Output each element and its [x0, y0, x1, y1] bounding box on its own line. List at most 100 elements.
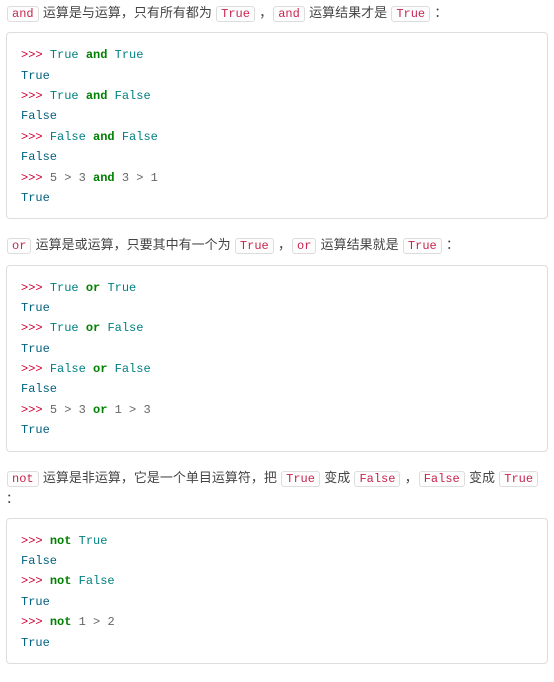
code-token: False	[115, 362, 151, 376]
code-token: True	[107, 281, 136, 295]
code-token: >>>	[21, 130, 50, 144]
code-token: and	[86, 48, 108, 62]
code-token: >	[129, 171, 151, 185]
intro-text: ：	[443, 237, 459, 252]
inline-code: not	[7, 471, 39, 487]
section-intro: or 运算是或运算，只要其中有一个为 True ，or 运算结果就是 True …	[6, 235, 548, 256]
code-line: >>> True and False	[21, 86, 533, 106]
code-token: False	[122, 130, 158, 144]
code-line: >>> not False	[21, 571, 533, 591]
section-intro: and 运算是与运算，只有所有都为 True ，and 运算结果才是 True …	[6, 3, 548, 24]
code-token: >	[57, 403, 79, 417]
code-line: False	[21, 147, 533, 167]
code-token: and	[93, 171, 115, 185]
code-token: False	[50, 362, 86, 376]
intro-text: 运算是或运算，只要其中有一个为	[32, 237, 234, 252]
code-token: not	[50, 574, 72, 588]
inline-code: True	[281, 471, 320, 487]
code-token: False	[79, 574, 115, 588]
code-token	[71, 574, 78, 588]
code-line: True	[21, 188, 533, 208]
code-token: True	[21, 636, 50, 650]
code-token: >>>	[21, 403, 50, 417]
code-token	[71, 534, 78, 548]
code-token	[71, 615, 78, 629]
code-token: >	[57, 171, 79, 185]
inline-code: and	[7, 6, 39, 22]
inline-code: False	[419, 471, 465, 487]
code-token: and	[86, 89, 108, 103]
code-line: >>> True or True	[21, 278, 533, 298]
code-token: True	[50, 321, 79, 335]
code-token	[86, 171, 93, 185]
code-token: True	[21, 301, 50, 315]
code-token	[107, 362, 114, 376]
code-token	[79, 48, 86, 62]
code-token: and	[93, 130, 115, 144]
code-token: >>>	[21, 281, 50, 295]
code-token: True	[21, 69, 50, 83]
code-token	[115, 130, 122, 144]
tutorial-document: and 运算是与运算，只有所有都为 True ，and 运算结果才是 True …	[6, 3, 548, 664]
intro-text: ：	[6, 491, 19, 506]
code-token: >	[86, 615, 108, 629]
code-line: True	[21, 66, 533, 86]
code-block: >>> True or TrueTrue>>> True or FalseTru…	[6, 265, 548, 452]
code-token	[79, 89, 86, 103]
code-block: >>> True and TrueTrue>>> True and FalseF…	[6, 32, 548, 219]
code-token: or	[86, 281, 100, 295]
code-line: False	[21, 379, 533, 399]
code-token: False	[21, 109, 57, 123]
code-token: not	[50, 534, 72, 548]
inline-code: True	[235, 238, 274, 254]
code-line: True	[21, 592, 533, 612]
code-token: False	[21, 554, 57, 568]
code-token: >	[122, 403, 144, 417]
code-token	[79, 321, 86, 335]
code-line: >>> not True	[21, 531, 533, 551]
intro-text: 运算结果才是	[306, 5, 391, 20]
code-line: >>> True and True	[21, 45, 533, 65]
intro-text: 运算结果就是	[317, 237, 402, 252]
code-token: >>>	[21, 321, 50, 335]
code-line: >>> False or False	[21, 359, 533, 379]
code-token: True	[21, 191, 50, 205]
code-token	[86, 130, 93, 144]
code-token: >>>	[21, 534, 50, 548]
code-token: 3	[122, 171, 129, 185]
code-token	[107, 403, 114, 417]
code-line: >>> 5 > 3 or 1 > 3	[21, 400, 533, 420]
code-token: False	[107, 321, 143, 335]
code-token: False	[50, 130, 86, 144]
intro-text: ，	[401, 470, 417, 485]
inline-code: True	[216, 6, 255, 22]
intro-text: 变成	[466, 470, 499, 485]
code-line: True	[21, 298, 533, 318]
code-line: False	[21, 551, 533, 571]
code-token: True	[50, 281, 79, 295]
intro-text: 运算是与运算，只有所有都为	[40, 5, 216, 20]
code-token	[86, 403, 93, 417]
inline-code: True	[403, 238, 442, 254]
code-token	[107, 48, 114, 62]
code-token: True	[50, 89, 79, 103]
code-token: False	[21, 150, 57, 164]
code-block: >>> not TrueFalse>>> not FalseTrue>>> no…	[6, 518, 548, 664]
code-token	[107, 89, 114, 103]
code-token: not	[50, 615, 72, 629]
code-line: True	[21, 633, 533, 653]
code-line: >>> not 1 > 2	[21, 612, 533, 632]
inline-code: False	[354, 471, 400, 487]
inline-code: and	[273, 6, 305, 22]
code-token: 3	[143, 403, 150, 417]
section-intro: not 运算是非运算，它是一个单目运算符，把 True 变成 False ，Fa…	[6, 468, 548, 510]
inline-code: True	[499, 471, 538, 487]
intro-text: 变成	[321, 470, 354, 485]
intro-text: ：	[431, 5, 447, 20]
code-token: 2	[107, 615, 114, 629]
code-token: True	[21, 423, 50, 437]
code-token: True	[115, 48, 144, 62]
code-token: 1	[151, 171, 158, 185]
intro-text: ，	[275, 237, 291, 252]
code-line: >>> False and False	[21, 127, 533, 147]
